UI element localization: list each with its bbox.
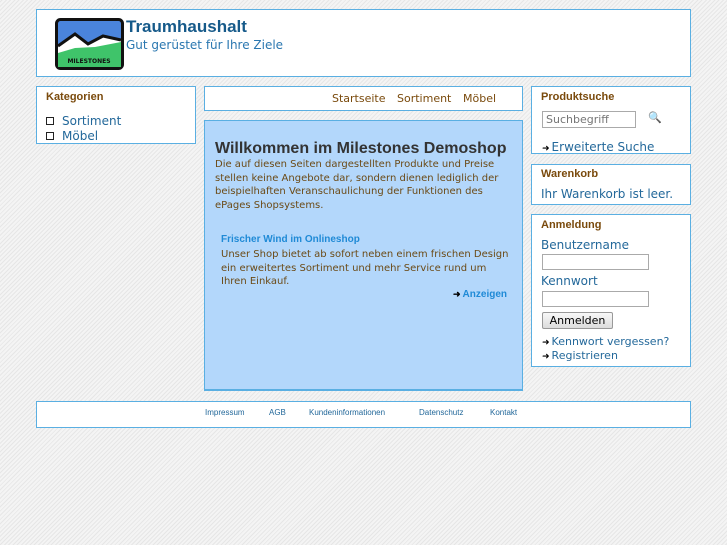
search-box: Produktsuche 🔍 ➜Erweiterte Suche [531,86,691,154]
teaser-title[interactable]: Frischer Wind im Onlineshop [221,234,360,245]
footer-kontakt[interactable]: Kontakt [490,408,517,417]
welcome-text: Die auf diesen Seiten dargestellten Prod… [215,159,499,212]
advanced-search-link[interactable]: ➜ Erweiterte Suche [542,136,654,155]
show-link[interactable]: ➜ Anzeigen [453,289,507,300]
shop-slogan: Gut gerüstet für Ihre Ziele [126,38,284,52]
password-label: Kennwort [541,274,598,288]
arrow-icon: ➜ [542,338,550,348]
forgot-password-link[interactable]: ➜ Kennwort vergessen? [542,335,669,348]
arrow-icon: ➜ [542,144,550,154]
arrow-icon: ➜ [453,289,461,299]
cart-title: Warenkorb [541,168,599,180]
svg-text:MILESTONES: MILESTONES [67,58,110,65]
categories-box: Kategorien Sortiment Möbel [36,86,196,144]
top-nav: Startseite Sortiment Möbel [204,86,523,111]
header: MILESTONES Traumhaushalt Gut gerüstet fü… [36,9,691,77]
cart-status[interactable]: Ihr Warenkorb ist leer. [541,187,673,201]
login-button[interactable]: Anmelden [542,312,613,329]
login-box: Anmeldung Benutzername Kennwort Anmelden… [531,214,691,367]
password-input[interactable] [542,291,649,307]
cart-box: Warenkorb Ihr Warenkorb ist leer. [531,164,691,205]
register-link[interactable]: ➜ Registrieren [542,349,618,362]
footer-impressum[interactable]: Impressum [205,408,245,417]
square-icon [46,132,54,140]
footer: Impressum AGB Kundeninformationen Datens… [36,401,691,428]
arrow-icon: ➜ [542,352,550,362]
shop-title[interactable]: Traumhaushalt [126,17,247,37]
search-input[interactable] [542,111,636,128]
square-icon [46,117,54,125]
category-item[interactable]: Möbel [46,125,98,144]
search-title: Produktsuche [541,91,615,103]
footer-datenschutz[interactable]: Datenschutz [419,408,463,417]
search-icon[interactable]: 🔍 [648,111,662,124]
categories-title: Kategorien [46,91,104,103]
nav-moebel[interactable]: Möbel [463,92,496,105]
username-input[interactable] [542,254,649,270]
footer-agb[interactable]: AGB [269,408,286,417]
footer-kundeninformationen[interactable]: Kundeninformationen [309,408,385,417]
nav-sortiment[interactable]: Sortiment [397,92,451,105]
nav-startseite[interactable]: Startseite [332,92,386,105]
welcome-title: Willkommen im Milestones Demoshop [215,140,507,157]
milestones-logo[interactable]: MILESTONES [55,18,124,70]
main-content: Willkommen im Milestones Demoshop Die au… [204,120,523,391]
username-label: Benutzername [541,238,629,252]
login-title: Anmeldung [541,219,602,231]
teaser-text: Unser Shop bietet ab sofort neben einem … [221,249,509,288]
